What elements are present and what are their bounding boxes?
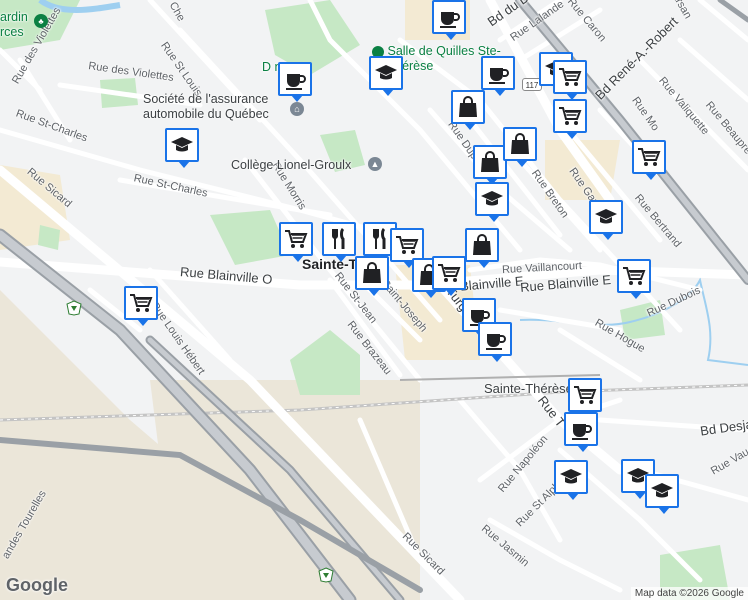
shopping-cart-icon (621, 263, 647, 289)
coffee-cup-icon (482, 326, 508, 352)
shopping-bag-icon (469, 232, 495, 258)
map-marker-school[interactable] (165, 128, 199, 168)
shopping-cart-icon (557, 64, 583, 90)
map-marker-cafe[interactable] (278, 62, 312, 102)
map-marker-store[interactable] (473, 145, 507, 185)
map-marker-grocery[interactable] (617, 259, 651, 299)
shopping-bag-icon (477, 149, 503, 175)
highway-shield-icon (66, 300, 82, 316)
map-marker-grocery[interactable] (279, 222, 313, 262)
garden-icon: ♣ (34, 14, 48, 28)
shopping-cart-icon (436, 260, 462, 286)
government-icon: ⌂ (290, 102, 304, 116)
map-marker-grocery[interactable] (553, 99, 587, 139)
map-marker-grocery[interactable] (432, 256, 466, 296)
map-marker-cafe[interactable] (432, 0, 466, 40)
shopping-cart-icon (572, 382, 598, 408)
map-marker-cafe[interactable] (564, 412, 598, 452)
shopping-cart-icon (394, 232, 420, 258)
shopping-cart-icon (557, 103, 583, 129)
graduation-cap-icon (479, 186, 505, 212)
graduation-cap-icon (649, 478, 675, 504)
graduation-cap-icon (593, 204, 619, 230)
map-marker-school[interactable] (369, 56, 403, 96)
shopping-cart-icon (636, 144, 662, 170)
graduation-cap-icon (169, 132, 195, 158)
map-canvas[interactable] (0, 0, 748, 600)
map-marker-grocery[interactable] (390, 228, 424, 268)
map-marker-store[interactable] (465, 228, 499, 268)
fork-knife-icon (326, 226, 352, 252)
map-marker-school[interactable] (475, 182, 509, 222)
graduation-cap-icon (558, 464, 584, 490)
map-marker-cafe[interactable] (481, 56, 515, 96)
map-marker-store[interactable] (451, 90, 485, 130)
map-marker-grocery[interactable] (568, 378, 602, 418)
map-marker-store[interactable] (503, 127, 537, 167)
shopping-bag-icon (507, 131, 533, 157)
shopping-cart-icon (128, 290, 154, 316)
coffee-cup-icon (568, 416, 594, 442)
map-marker-grocery[interactable] (553, 60, 587, 100)
map-marker-grocery[interactable] (124, 286, 158, 326)
shopping-bag-icon (455, 94, 481, 120)
map-marker-restaurant[interactable] (322, 222, 356, 262)
map-attribution[interactable]: Map data ©2026 Google (630, 587, 748, 600)
university-icon: ▲ (368, 157, 382, 171)
map-marker-school[interactable] (554, 460, 588, 500)
map-marker-grocery[interactable] (632, 140, 666, 180)
map-marker-school[interactable] (645, 474, 679, 514)
map-marker-store[interactable] (355, 256, 389, 296)
coffee-cup-icon (282, 66, 308, 92)
map-marker-school[interactable] (589, 200, 623, 240)
map-marker-cafe[interactable] (478, 322, 512, 362)
graduation-cap-icon (373, 60, 399, 86)
highway-shield-icon (318, 567, 334, 583)
shopping-cart-icon (283, 226, 309, 252)
google-logo[interactable]: Google (6, 575, 68, 596)
coffee-cup-icon (485, 60, 511, 86)
shopping-bag-icon (359, 260, 385, 286)
coffee-cup-icon (436, 4, 462, 30)
